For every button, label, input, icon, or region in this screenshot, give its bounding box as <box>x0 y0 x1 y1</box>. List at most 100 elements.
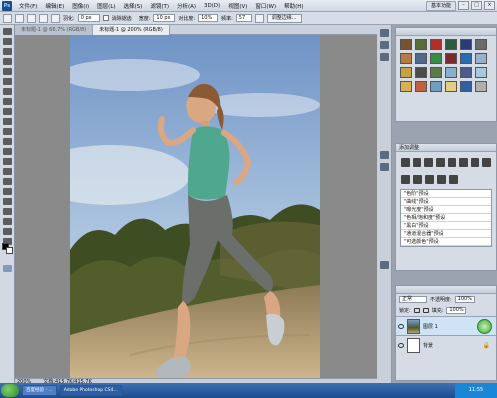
list-item[interactable]: "黑白"预设 <box>401 222 491 230</box>
healing-brush-tool-icon[interactable] <box>2 88 12 95</box>
list-item[interactable]: "色阶"预设 <box>401 190 491 198</box>
move-tool-icon[interactable] <box>2 28 12 35</box>
taskbar-item-browser[interactable]: 百度经验 - ... <box>22 385 57 396</box>
black-white-icon[interactable] <box>482 158 491 167</box>
style-swatch[interactable] <box>445 67 457 78</box>
start-button[interactable] <box>1 384 19 397</box>
contrast-input[interactable]: 10% <box>198 14 219 22</box>
marquee-tool-icon[interactable] <box>2 38 12 45</box>
background-color-swatch[interactable] <box>6 247 13 254</box>
maximize-button[interactable]: □ <box>471 1 482 10</box>
lock-transparency-icon[interactable] <box>413 308 420 313</box>
menu-layer[interactable]: 图层(L) <box>93 2 119 10</box>
brightness-icon[interactable] <box>401 158 410 167</box>
intersect-selection-icon[interactable] <box>51 13 60 23</box>
tab-document-2[interactable]: 未标题-1 @ 200% (RGB/8) <box>93 25 170 35</box>
eraser-tool-icon[interactable] <box>2 128 12 135</box>
width-input[interactable]: 10 px <box>153 14 176 22</box>
style-swatch[interactable] <box>430 81 442 92</box>
subtract-selection-icon[interactable] <box>39 13 48 23</box>
style-swatch[interactable] <box>460 81 472 92</box>
tab-document-1[interactable]: 未标题-1 @ 66.7% (RGB/8) <box>15 25 94 35</box>
selective-color-icon[interactable] <box>449 175 458 184</box>
exposure-icon[interactable] <box>435 158 445 167</box>
history-panel-icon[interactable] <box>379 29 389 37</box>
shape-tool-icon[interactable] <box>2 198 12 205</box>
menu-window[interactable]: 窗口(W) <box>251 2 280 10</box>
paths-panel-icon[interactable] <box>379 261 389 269</box>
posterize-icon[interactable] <box>413 175 422 184</box>
dodge-tool-icon[interactable] <box>2 158 12 165</box>
invert-icon[interactable] <box>401 175 410 184</box>
layer-row-layer1[interactable]: 图层 1 <box>396 316 496 335</box>
3d-camera-tool-icon[interactable] <box>2 218 12 225</box>
swatches-panel-icon[interactable] <box>379 53 389 61</box>
lasso-tool-icon[interactable] <box>2 48 12 55</box>
taskbar-item-photoshop[interactable]: Adobe Photoshop CS4... <box>59 385 122 396</box>
history-brush-tool-icon[interactable] <box>2 118 12 125</box>
new-selection-icon[interactable] <box>15 13 24 23</box>
path-select-tool-icon[interactable] <box>2 188 12 195</box>
list-item[interactable]: "曝光度"预设 <box>401 206 491 214</box>
color-balance-icon[interactable] <box>470 158 480 167</box>
list-item[interactable]: "通道混合器"预设 <box>401 230 491 238</box>
tablet-pressure-icon[interactable] <box>254 13 264 23</box>
style-swatch[interactable] <box>460 53 472 64</box>
3d-rotate-tool-icon[interactable] <box>2 208 12 215</box>
layer-row-background[interactable]: 背景 🔒 <box>396 335 496 354</box>
frequency-input[interactable]: 57 <box>235 14 252 22</box>
lock-pixels-icon[interactable] <box>422 308 429 313</box>
eye-icon[interactable] <box>398 342 404 348</box>
close-button[interactable]: × <box>484 1 495 10</box>
minimize-button[interactable]: – <box>458 1 469 10</box>
style-swatch[interactable] <box>400 67 412 78</box>
style-swatch[interactable] <box>430 67 442 78</box>
type-tool-icon[interactable] <box>2 178 12 185</box>
gradient-map-icon[interactable] <box>437 175 446 184</box>
style-swatch[interactable] <box>415 81 427 92</box>
fill-input[interactable]: 100% <box>446 307 467 314</box>
channels-panel-icon[interactable] <box>379 163 389 171</box>
style-swatch[interactable] <box>475 39 487 50</box>
menu-3d[interactable]: 3D(D) <box>200 3 224 9</box>
vibrance-icon[interactable] <box>447 158 457 167</box>
hand-tool-icon[interactable] <box>2 228 12 235</box>
antialias-checkbox[interactable] <box>102 15 109 21</box>
style-swatch[interactable] <box>475 81 487 92</box>
threshold-icon[interactable] <box>425 175 434 184</box>
eyedropper-tool-icon[interactable] <box>2 78 12 85</box>
masks-panel-icon[interactable] <box>379 151 389 159</box>
style-swatch[interactable] <box>415 53 427 64</box>
menu-filter[interactable]: 滤镜(T) <box>146 2 173 10</box>
blend-mode-select[interactable]: 正常 <box>399 296 427 303</box>
list-item[interactable]: "可选颜色"预设 <box>401 238 491 246</box>
style-swatch[interactable] <box>430 39 442 50</box>
levels-icon[interactable] <box>412 158 422 167</box>
menu-select[interactable]: 选择(S) <box>120 2 147 10</box>
style-swatch[interactable] <box>460 39 472 50</box>
actions-panel-icon[interactable] <box>379 41 389 49</box>
workspace-switcher[interactable]: 基本功能 <box>425 1 456 11</box>
quick-mask-icon[interactable] <box>2 265 12 272</box>
add-selection-icon[interactable] <box>27 13 36 23</box>
style-swatch[interactable] <box>415 67 427 78</box>
menu-file[interactable]: 文件(F) <box>15 2 41 10</box>
eye-icon[interactable] <box>398 323 404 329</box>
refine-edge-button[interactable]: 调整边缘... <box>266 13 302 23</box>
style-swatch[interactable] <box>445 81 457 92</box>
style-swatch[interactable] <box>445 39 457 50</box>
crop-tool-icon[interactable] <box>2 68 12 75</box>
style-swatch[interactable] <box>475 53 487 64</box>
hue-saturation-icon[interactable] <box>459 158 468 167</box>
image-canvas[interactable] <box>70 35 320 378</box>
feather-input[interactable]: 0 px <box>77 14 100 22</box>
opacity-input[interactable]: 100% <box>454 296 475 303</box>
layer-name[interactable]: 图层 1 <box>423 323 438 330</box>
list-item[interactable]: "色相/饱和度"预设 <box>401 214 491 222</box>
style-swatch[interactable] <box>400 53 412 64</box>
style-swatch[interactable] <box>445 53 457 64</box>
gradient-tool-icon[interactable] <box>2 138 12 145</box>
menu-help[interactable]: 帮助(H) <box>280 2 307 10</box>
style-swatch[interactable] <box>460 67 472 78</box>
style-swatch[interactable] <box>415 39 427 50</box>
